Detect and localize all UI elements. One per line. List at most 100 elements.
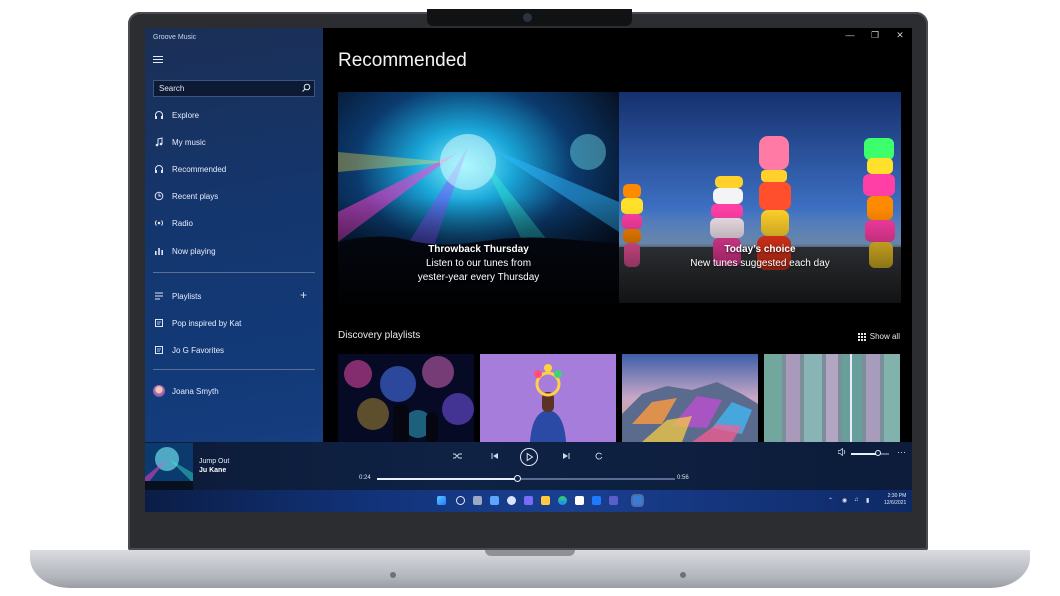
teams-icon[interactable] [524,496,533,505]
file-explorer-icon[interactable] [541,496,550,505]
nav-item-playlist-pop[interactable]: Pop inspired by Kat [153,315,313,331]
track-title: Jump Out [199,458,230,465]
nav-item-explore[interactable]: Explore [153,107,313,123]
base-foot [680,572,686,578]
now-playing-bar: Jump Out Ju Kane 0:24 0:56 ⋯ [145,442,912,492]
album-art[interactable] [145,443,193,491]
play-button[interactable] [520,448,538,466]
discovery-playlist-card[interactable] [480,354,616,442]
search-input[interactable] [159,83,289,94]
wifi-icon[interactable]: ◉ [842,497,847,504]
search-icon[interactable] [456,496,465,505]
playlist-cover-image [338,354,474,442]
teams-work-icon[interactable] [609,496,618,505]
start-icon[interactable] [437,496,446,505]
search-icon[interactable] [301,83,311,93]
nav-label: Pop inspired by Kat [172,318,242,328]
nav-label: Recommended [172,164,227,174]
user-account[interactable]: Joana Smyth [153,383,313,399]
hamburger-menu-icon[interactable] [153,56,163,65]
music-note-icon [153,136,165,148]
equalizer-icon [153,245,165,257]
grid-icon [857,332,866,341]
clock-icon [153,190,165,202]
volume-fill [851,453,878,455]
play-icon [526,452,534,462]
playlist-cover-image [622,354,758,442]
nav-item-playlist-jog[interactable]: Jo G Favorites [153,342,313,358]
nav-item-recent-plays[interactable]: Recent plays [153,188,313,204]
taskbar: ⌃ ◉ ♫ ▮ 2:30 PM 12/6/2021 [145,490,912,512]
nav-label: Now playing [172,246,216,256]
sidebar-divider [153,369,315,370]
headphones-icon [153,163,165,175]
discovery-playlist-card[interactable] [622,354,758,442]
mail-icon[interactable] [592,496,601,505]
nav-item-recommended[interactable]: Recommended [153,161,313,177]
close-icon[interactable]: ✕ [894,30,906,41]
repeat-icon[interactable] [595,452,603,462]
restore-icon[interactable]: ❐ [869,30,881,41]
hero-heading: Throwback Thursday [428,244,529,255]
clock-time: 2:30 PM [887,493,907,499]
more-options-icon[interactable]: ⋯ [897,447,906,458]
webcam-bar [427,9,632,26]
rock-sculpture-image [619,92,901,303]
battery-icon[interactable]: ▮ [866,497,869,504]
sidebar-divider [153,272,315,273]
hero-card-throwback-thursday[interactable]: Throwback Thursday Listen to our tunes f… [338,92,619,303]
add-playlist-icon[interactable]: + [300,288,307,302]
discovery-playlist-card[interactable] [338,354,474,442]
nav-item-radio[interactable]: Radio [153,215,313,231]
volume-handle[interactable] [874,450,881,456]
next-track-icon[interactable] [562,452,570,462]
page-title: Recommended [338,50,467,71]
volume-slider[interactable] [851,450,889,456]
groove-music-taskbar-icon[interactable] [633,496,642,505]
seek-bar-handle[interactable] [513,475,521,482]
section-title-discovery: Discovery playlists [338,330,421,341]
clock-date: 12/6/2021 [884,500,907,506]
widgets-icon[interactable] [490,496,499,505]
playlists-icon [153,290,165,302]
playlist-icon [153,317,165,329]
elapsed-time: 0:24 [359,475,371,481]
app-title: Groove Music [153,34,197,41]
edge-icon[interactable] [558,496,567,505]
hero-heading: Today’s choice [724,244,796,255]
nav-label: Radio [172,218,193,228]
discovery-playlist-card[interactable] [764,354,900,442]
playlist-cover-image [764,354,900,442]
playlist-icon [153,344,165,356]
previous-track-icon[interactable] [491,452,499,462]
sidebar: Groove Music Explore My music Recommende… [145,28,323,442]
webcam-lens [523,13,532,22]
nav-item-playlists[interactable]: Playlists + [153,288,313,304]
base-notch [485,550,575,556]
shuffle-icon[interactable] [453,452,462,462]
minimize-icon[interactable]: — [844,30,856,41]
seek-bar[interactable] [377,475,675,482]
nav-item-now-playing[interactable]: Now playing [153,243,313,259]
hero-card-todays-choice[interactable]: Today’s choice New tunes suggested each … [619,92,901,303]
nav-label: Recent plays [172,191,219,201]
task-view-icon[interactable] [473,496,482,505]
window-controls: — ❐ ✕ [844,30,906,41]
speaker-icon[interactable]: ♫ [854,497,859,503]
nav-item-my-music[interactable]: My music [153,134,313,150]
show-all-label: Show all [869,332,900,341]
volume-icon[interactable] [837,447,847,458]
nav-label: Explore [172,110,200,120]
track-artist: Ju Kane [199,467,227,474]
search-box[interactable] [153,80,315,97]
user-name: Joana Smyth [172,386,219,396]
show-all-button[interactable]: Show all [857,332,900,341]
hero-subtitle: New tunes suggested each day [690,258,830,269]
tray-chevron-icon[interactable]: ⌃ [828,497,833,504]
chat-icon[interactable] [507,496,516,505]
taskbar-clock[interactable]: 2:30 PM 12/6/2021 [884,493,906,507]
laptop-base [30,550,1030,588]
store-icon[interactable] [575,496,584,505]
playlist-cover-image [480,354,616,442]
hero-subtitle: yester-year every Thursday [417,272,540,283]
